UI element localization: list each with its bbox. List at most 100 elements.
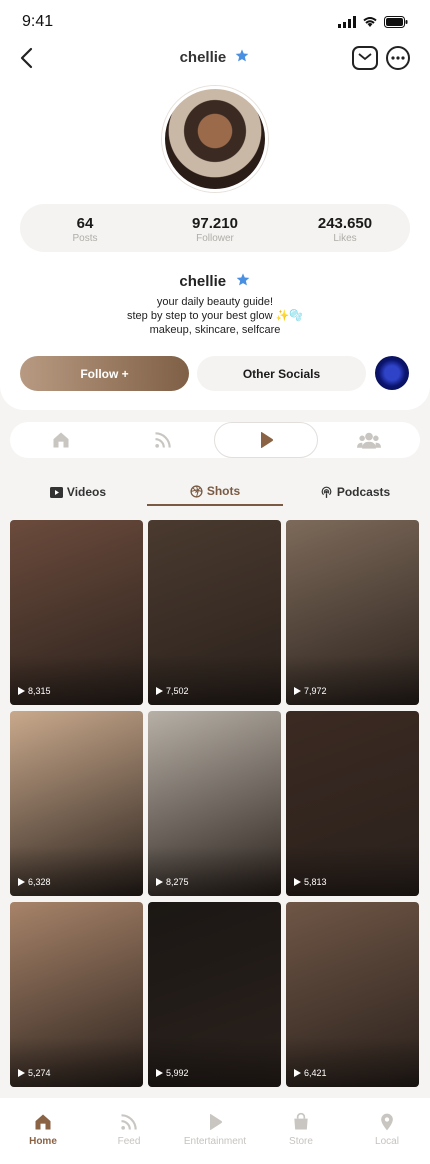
- tab-entertainment[interactable]: [214, 422, 318, 458]
- other-socials-button[interactable]: Other Socials: [197, 356, 366, 391]
- view-count: 5,992: [156, 1068, 189, 1078]
- bio-name-row: chellie: [0, 272, 430, 291]
- tile-shade: [286, 655, 419, 705]
- play-icon: [294, 687, 301, 695]
- shot-tile[interactable]: 8,315: [10, 520, 143, 705]
- shot-tile[interactable]: 7,972: [286, 520, 419, 705]
- feed-icon: [155, 432, 171, 448]
- content-type-tabs: [10, 422, 420, 458]
- bio-line: step by step to your best glow ✨🫧: [127, 310, 303, 322]
- play-icon: [18, 1069, 25, 1077]
- view-count-text: 5,992: [166, 1068, 189, 1078]
- tab-videos[interactable]: Videos: [30, 478, 126, 506]
- verified-icon: [236, 49, 249, 62]
- page-title-text: chellie: [179, 49, 227, 66]
- tile-shade: [10, 846, 143, 896]
- stat-label: Posts: [72, 233, 98, 244]
- tab-shots-label: Shots: [206, 484, 241, 498]
- view-count-text: 7,972: [304, 686, 327, 696]
- view-count: 7,502: [156, 686, 189, 696]
- message-button[interactable]: [352, 46, 378, 70]
- view-count-text: 6,328: [28, 877, 51, 887]
- shot-tile[interactable]: 7,502: [148, 520, 281, 705]
- view-count: 6,421: [294, 1068, 327, 1078]
- shot-tile[interactable]: 8,275: [148, 711, 281, 896]
- follow-button[interactable]: Follow +: [20, 356, 189, 391]
- tab-feed[interactable]: [112, 422, 214, 458]
- home-icon: [53, 432, 69, 448]
- more-button[interactable]: [386, 46, 410, 70]
- nav-label: Store: [289, 1136, 313, 1147]
- shot-tile[interactable]: 6,421: [286, 902, 419, 1087]
- bag-icon: [294, 1112, 308, 1130]
- shot-tile[interactable]: 5,813: [286, 711, 419, 896]
- more-icon: [391, 56, 405, 60]
- location-icon: [381, 1113, 393, 1131]
- play-icon: [18, 687, 25, 695]
- profile-bio: chellie your daily beauty guide! step by…: [0, 272, 430, 337]
- play-icon: [156, 1069, 163, 1077]
- status-icons: [338, 16, 408, 28]
- shot-tile[interactable]: 6,328: [10, 711, 143, 896]
- play-icon: [156, 878, 163, 886]
- view-count-text: 7,502: [166, 686, 189, 696]
- status-bar: 9:41: [0, 0, 430, 44]
- bio-name: chellie: [179, 273, 227, 290]
- stat-posts[interactable]: 64 Posts: [20, 204, 150, 252]
- tile-shade: [286, 1037, 419, 1087]
- play-icon: [261, 431, 274, 449]
- play-icon: [18, 878, 25, 886]
- stat-value: 97.210: [192, 215, 238, 232]
- play-icon: [210, 1113, 223, 1131]
- social-avatar[interactable]: [375, 356, 409, 390]
- tab-shots[interactable]: Shots: [147, 478, 283, 506]
- tile-shade: [286, 846, 419, 896]
- bio-line: makeup, skincare, selfcare: [149, 324, 281, 336]
- bottom-nav: Home Feed Entertainment Store Local: [0, 1098, 430, 1164]
- battery-icon: [384, 16, 408, 28]
- community-icon: [357, 432, 381, 449]
- play-icon: [294, 1069, 301, 1077]
- home-icon: [35, 1114, 51, 1130]
- tile-shade: [10, 655, 143, 705]
- stat-value: 64: [76, 215, 94, 232]
- tab-videos-label: Videos: [66, 485, 107, 499]
- view-count: 5,813: [294, 877, 327, 887]
- nav-home[interactable]: Home: [0, 1098, 86, 1164]
- view-count-text: 5,813: [304, 877, 327, 887]
- stat-label: Likes: [333, 233, 357, 244]
- bio-line: your daily beauty guide!: [156, 296, 274, 308]
- nav-store[interactable]: Store: [258, 1098, 344, 1164]
- tab-home[interactable]: [10, 422, 112, 458]
- sub-tabs: Videos Shots Podcasts: [0, 478, 430, 506]
- nav-label: Local: [375, 1136, 399, 1147]
- view-count: 8,315: [18, 686, 51, 696]
- view-count-text: 6,421: [304, 1068, 327, 1078]
- podcast-icon: [321, 486, 332, 498]
- stat-followers[interactable]: 97.210 Follower: [150, 204, 280, 252]
- verified-icon: [236, 273, 249, 286]
- tile-shade: [148, 655, 281, 705]
- tile-shade: [148, 1037, 281, 1087]
- profile-avatar[interactable]: [162, 86, 268, 192]
- feed-icon: [121, 1114, 137, 1130]
- mail-icon: [358, 53, 372, 61]
- nav-local[interactable]: Local: [344, 1098, 430, 1164]
- stat-likes[interactable]: 243.650 Likes: [280, 204, 410, 252]
- shot-tile[interactable]: 5,992: [148, 902, 281, 1087]
- profile-stats: 64 Posts 97.210 Follower 243.650 Likes: [20, 204, 410, 252]
- view-count: 7,972: [294, 686, 327, 696]
- nav-entertainment[interactable]: Entertainment: [172, 1098, 258, 1164]
- stat-label: Follower: [196, 233, 234, 244]
- nav-feed[interactable]: Feed: [86, 1098, 172, 1164]
- view-count: 6,328: [18, 877, 51, 887]
- signal-icon: [338, 16, 356, 28]
- shot-tile[interactable]: 5,274: [10, 902, 143, 1087]
- shots-icon: [190, 484, 203, 498]
- tab-community[interactable]: [318, 422, 420, 458]
- view-count-text: 8,315: [28, 686, 51, 696]
- play-icon: [294, 878, 301, 886]
- tile-shade: [10, 1037, 143, 1087]
- play-icon: [156, 687, 163, 695]
- tab-podcasts[interactable]: Podcasts: [300, 478, 410, 506]
